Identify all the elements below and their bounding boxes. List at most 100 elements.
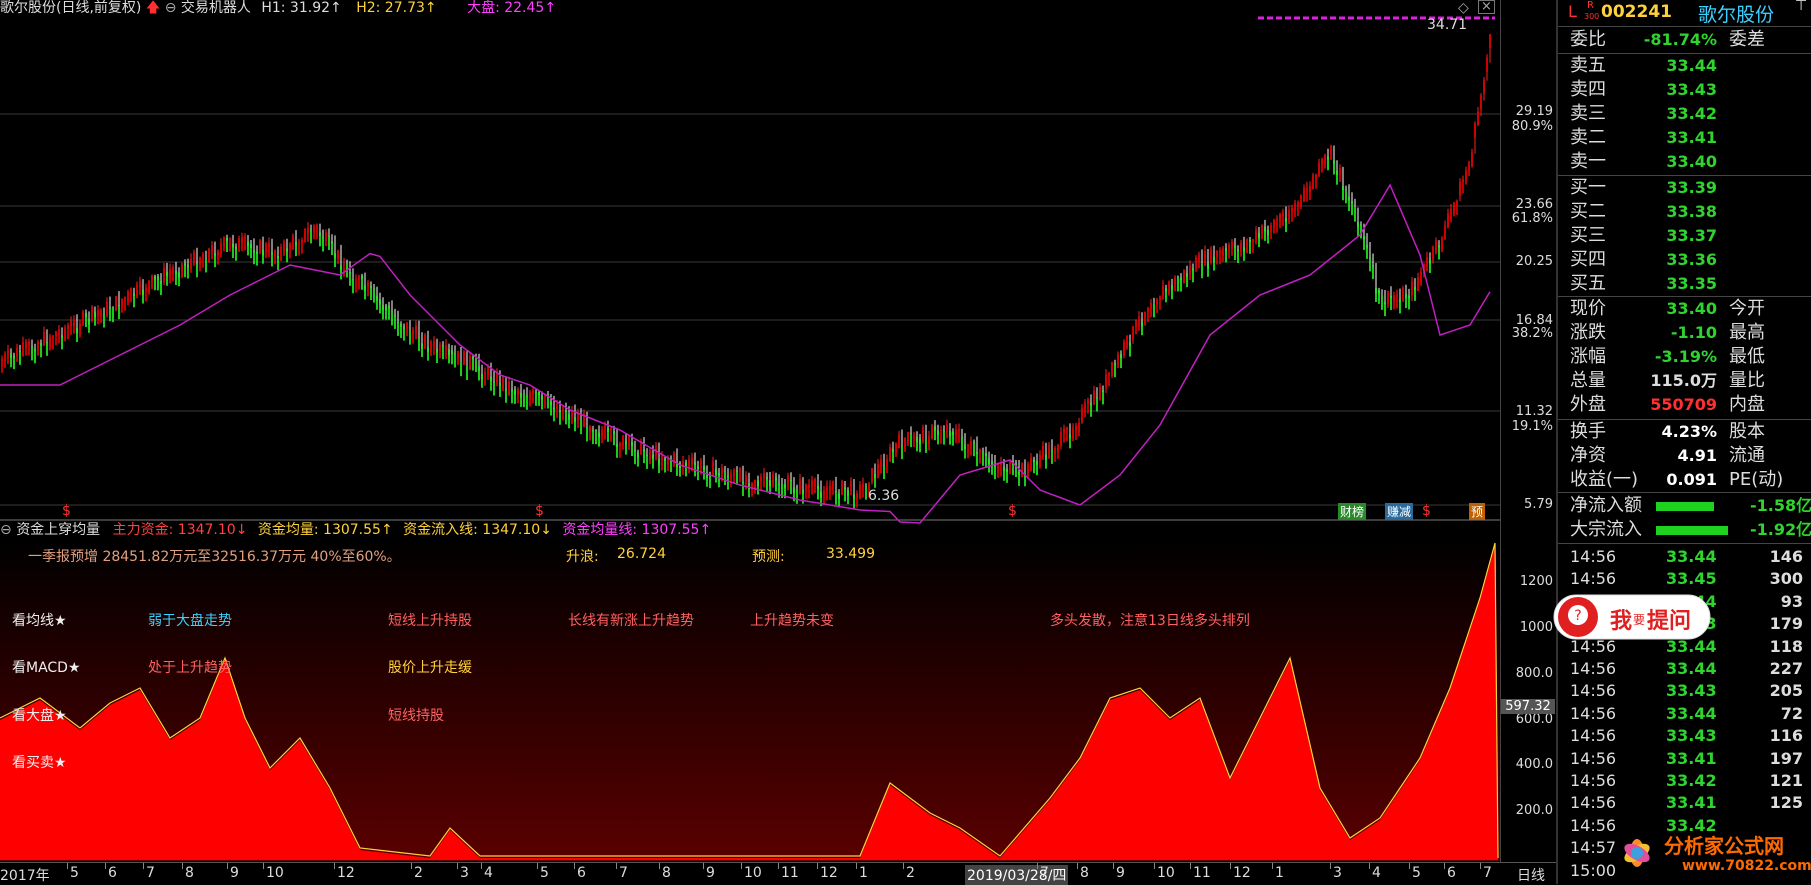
date-tick-mark <box>1077 863 1078 869</box>
stat-row: 涨跌 -1.10 最高 <box>1558 321 1811 345</box>
moving-average-line <box>0 183 1491 524</box>
date-tick: 8 <box>1080 865 1089 881</box>
bid-price: 33.35 <box>1666 274 1717 293</box>
price-chart[interactable] <box>0 0 1500 862</box>
stat-label: 总量 <box>1570 370 1606 391</box>
stat-label2: 今开 <box>1729 298 1765 319</box>
date-tick: 9 <box>230 865 239 881</box>
date-tick: 7 <box>1040 865 1049 881</box>
stat-row: 涨幅 -3.19% 最低 <box>1558 345 1811 369</box>
axis-tick: 61.8% <box>1511 211 1553 226</box>
date-tick-mark <box>143 863 144 869</box>
date-tick: 5 <box>540 865 549 881</box>
main-fund-value: 主力资金: 1347.10↓ <box>112 522 248 538</box>
date-tick-mark <box>1190 863 1191 869</box>
date-tick-mark <box>1113 863 1114 869</box>
stat-row: 现价 33.40 今开 <box>1558 297 1811 321</box>
stat-label2: 流通 <box>1729 445 1765 466</box>
trade-row: 14:56 33.44 146 <box>1558 546 1811 568</box>
date-tick: 8 <box>185 865 194 881</box>
ask-row[interactable]: 卖二 33.41 <box>1558 126 1811 150</box>
collapse-icon[interactable]: ⊖ <box>0 522 12 538</box>
date-tick-mark <box>481 863 482 869</box>
forecast-badge[interactable]: 预 <box>1469 503 1486 520</box>
date-axis: 2017年 5 6 7 8 9 10 12 2 3 4 5 6 7 8 9 10 11 12 1 2 2019/03/28… <box>0 862 1556 885</box>
ask-label: 卖四 <box>1570 79 1606 100</box>
trade-time: 14:56 <box>1570 793 1617 813</box>
date-tick[interactable]: 日线 <box>1517 865 1545 885</box>
date-tick-mark <box>1330 863 1331 869</box>
bid-row[interactable]: 买二 33.38 <box>1558 200 1811 224</box>
bid-row[interactable]: 买一 33.39 <box>1558 176 1811 200</box>
arrow-up-icon[interactable]: 🡅 <box>146 0 160 16</box>
row-label-ma: 看均线★ <box>12 613 67 629</box>
trade-time: 14:56 <box>1570 771 1617 790</box>
signal-text: 短线持股 <box>388 708 444 724</box>
chart-title: 歌尔股份(日线,前复权) <box>0 0 142 16</box>
flag-l: L <box>1568 2 1577 21</box>
trade-volume: 146 <box>1769 547 1803 566</box>
news-badge[interactable]: 财榜 <box>1338 503 1367 520</box>
ask-row[interactable]: 卖一 33.40 <box>1558 150 1811 174</box>
date-tick: 5 <box>70 865 79 881</box>
indicator-title[interactable]: 资金上穿均量 <box>16 522 100 538</box>
axis-tick: 800.0 <box>1515 666 1553 681</box>
trade-volume: 227 <box>1769 659 1803 678</box>
date-tick-mark <box>703 863 704 869</box>
date-tick: 2 <box>906 865 915 881</box>
trade-row: 14:56 33.44 72 <box>1558 703 1811 725</box>
signal-text: 弱于大盘走势 <box>148 613 232 629</box>
ask-label-1: 我 <box>1610 609 1633 634</box>
diamond-icon[interactable]: ◇ <box>1458 0 1469 16</box>
weicha-label: 委差 <box>1729 29 1765 50</box>
weibi-row: 委比 -81.74% 委差 <box>1558 28 1811 52</box>
stat-row: 外盘 550709 内盘 <box>1558 393 1811 417</box>
fund-avg-line-value: 资金均量线: 1307.55↑ <box>562 522 712 538</box>
stat-label: 现价 <box>1570 298 1606 319</box>
ask-row[interactable]: 卖三 33.42 <box>1558 102 1811 126</box>
bid-row[interactable]: 买五 33.35 <box>1558 272 1811 296</box>
date-tick-mark <box>616 863 617 869</box>
date-tick-mark <box>1037 863 1038 869</box>
signal-text: 短线上升持股 <box>388 613 472 629</box>
date-tick: 1 <box>859 865 868 881</box>
trade-time: 14:56 <box>1570 569 1617 589</box>
stock-name[interactable]: 歌尔股份 <box>1698 0 1774 27</box>
row-label-trade: 看买卖★ <box>12 755 67 771</box>
signal-text: 股价上升走缓 <box>388 660 472 676</box>
axis-tick: 400.0 <box>1515 757 1553 772</box>
ask-question-button[interactable]: ? 我 要 提问 <box>1552 591 1714 643</box>
trade-volume: 118 <box>1769 636 1803 656</box>
date-tick: 11 <box>1193 865 1211 881</box>
pin-icon[interactable]: ⊤ <box>1795 0 1807 14</box>
axis-tick: 1200 <box>1519 574 1553 589</box>
date-tick-mark <box>817 863 818 869</box>
trade-price: 33.45 <box>1666 569 1717 589</box>
stat-value: -3.19% <box>1654 347 1717 366</box>
close-icon[interactable]: × <box>1478 0 1495 14</box>
bigflow-label: 大宗流入 <box>1570 519 1642 540</box>
rise-label: 升浪: <box>566 549 599 565</box>
trade-volume: 121 <box>1769 771 1803 790</box>
date-tick: 2017年 <box>0 868 50 884</box>
date-tick: 1 <box>1275 865 1284 881</box>
stat-label: 换手 <box>1570 421 1606 442</box>
indicator-name[interactable]: 交易机器人 <box>181 0 251 16</box>
axis-tick: 38.2% <box>1511 326 1553 341</box>
high-price-label: 34.71 <box>1427 17 1468 33</box>
date-tick-mark <box>903 863 904 869</box>
low-price-label: 6.36 <box>868 488 900 504</box>
chart-header: 歌尔股份(日线,前复权) 🡅 ⊖ 交易机器人 H1: 31.92↑ H2: 27… <box>0 0 556 16</box>
bid-row[interactable]: 买四 33.36 <box>1558 248 1811 272</box>
news-badge[interactable]: 赚减 <box>1385 503 1414 520</box>
ask-price: 33.43 <box>1666 80 1717 99</box>
ask-row[interactable]: 卖四 33.43 <box>1558 78 1811 102</box>
date-tick-mark <box>105 863 106 869</box>
stock-code[interactable]: 002241 <box>1601 2 1672 22</box>
bid-row[interactable]: 买三 33.37 <box>1558 224 1811 248</box>
trade-volume: 116 <box>1769 726 1803 746</box>
ask-row[interactable]: 卖五 33.44 <box>1558 54 1811 78</box>
signal-marker: $ <box>1422 503 1431 519</box>
collapse-icon[interactable]: ⊖ <box>165 0 177 16</box>
trade-row: 14:56 33.43 116 <box>1558 725 1811 747</box>
